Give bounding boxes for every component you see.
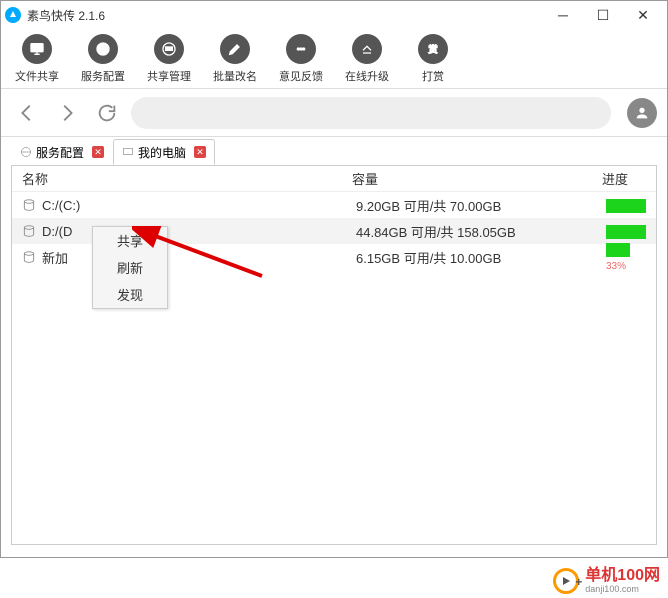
watermark-icon (553, 568, 579, 594)
menu-item[interactable]: 发现 (93, 281, 167, 308)
row-progress (606, 197, 656, 213)
tool-upgrade-icon (352, 34, 382, 64)
tool-upgrade[interactable]: 在线升级 (341, 34, 393, 84)
tool-share-manage-label: 共享管理 (147, 68, 191, 84)
tab-service-config-close[interactable]: ✕ (92, 146, 104, 158)
tool-file-share-icon (22, 34, 52, 64)
tool-reward-icon: 赏 (418, 34, 448, 64)
row-name: C:/(C:) (42, 198, 356, 213)
tool-service-config-label: 服务配置 (81, 68, 125, 84)
tool-batch-rename[interactable]: 批量改名 (209, 34, 261, 84)
tool-reward[interactable]: 赏打赏 (407, 34, 459, 84)
tab-service-config-icon (20, 146, 32, 158)
tab-my-computer-label: 我的电脑 (138, 144, 186, 161)
context-menu: 共享刷新发现 (92, 226, 168, 309)
watermark-sub: danji100.com (585, 584, 660, 594)
row-progress (606, 223, 656, 239)
refresh-button[interactable] (91, 97, 123, 129)
row-progress: 33% (606, 242, 656, 273)
app-icon (5, 7, 21, 23)
watermark: 单机100网 danji100.com (553, 568, 660, 594)
navbar (1, 89, 667, 137)
tool-feedback-icon (286, 34, 316, 64)
window-title: 素鸟快传 2.1.6 (27, 7, 543, 24)
svg-text:赏: 赏 (428, 43, 437, 54)
tool-service-config[interactable]: 服务配置 (77, 34, 129, 84)
column-capacity[interactable]: 容量 (352, 169, 602, 188)
content-area: 名称 容量 进度 C:/(C:)9.20GB 可用/共 70.00GBD:/(D… (11, 165, 657, 545)
row-capacity: 6.15GB 可用/共 10.00GB (356, 248, 606, 267)
tool-feedback[interactable]: 意见反馈 (275, 34, 327, 84)
toolbar: 文件共享 服务配置 共享管理 批量改名 意见反馈 在线升级 赏打赏 (1, 29, 667, 89)
disk-icon (22, 250, 36, 264)
column-name[interactable]: 名称 (12, 169, 352, 188)
row-capacity: 9.20GB 可用/共 70.00GB (356, 196, 606, 215)
back-button[interactable] (11, 97, 43, 129)
minimize-button[interactable]: ─ (543, 1, 583, 29)
disk-icon (22, 224, 36, 238)
tabs-bar: 服务配置 ✕ 我的电脑 ✕ (1, 137, 667, 165)
user-button[interactable] (627, 98, 657, 128)
tool-upgrade-label: 在线升级 (345, 68, 389, 84)
tab-my-computer-icon (122, 146, 134, 158)
tool-batch-rename-label: 批量改名 (213, 68, 257, 84)
menu-item[interactable]: 共享 (93, 227, 167, 254)
tool-service-config-icon (88, 34, 118, 64)
watermark-title: 单机100网 (585, 568, 660, 584)
row-name: 新加 (42, 248, 356, 267)
tool-reward-label: 打赏 (422, 68, 444, 84)
titlebar: 素鸟快传 2.1.6 ─ ☐ ✕ (1, 1, 667, 29)
tab-my-computer-close[interactable]: ✕ (194, 146, 206, 158)
tool-feedback-label: 意见反馈 (279, 68, 323, 84)
disk-icon (22, 198, 36, 212)
table-row[interactable]: C:/(C:)9.20GB 可用/共 70.00GB (12, 192, 656, 218)
table-header: 名称 容量 进度 (12, 166, 656, 192)
tab-service-config-label: 服务配置 (36, 144, 84, 161)
close-button[interactable]: ✕ (623, 1, 663, 29)
column-progress[interactable]: 进度 (602, 169, 656, 188)
menu-item[interactable]: 刷新 (93, 254, 167, 281)
tool-share-manage[interactable]: 共享管理 (143, 34, 195, 84)
tab-my-computer[interactable]: 我的电脑 ✕ (113, 139, 215, 165)
row-capacity: 44.84GB 可用/共 158.05GB (356, 222, 606, 241)
tab-service-config[interactable]: 服务配置 ✕ (11, 139, 113, 165)
tool-batch-rename-icon (220, 34, 250, 64)
tool-share-manage-icon (154, 34, 184, 64)
maximize-button[interactable]: ☐ (583, 1, 623, 29)
tool-file-share[interactable]: 文件共享 (11, 34, 63, 84)
forward-button[interactable] (51, 97, 83, 129)
tool-file-share-label: 文件共享 (15, 68, 59, 84)
row-name: D:/(D (42, 224, 356, 239)
address-bar[interactable] (131, 97, 611, 129)
